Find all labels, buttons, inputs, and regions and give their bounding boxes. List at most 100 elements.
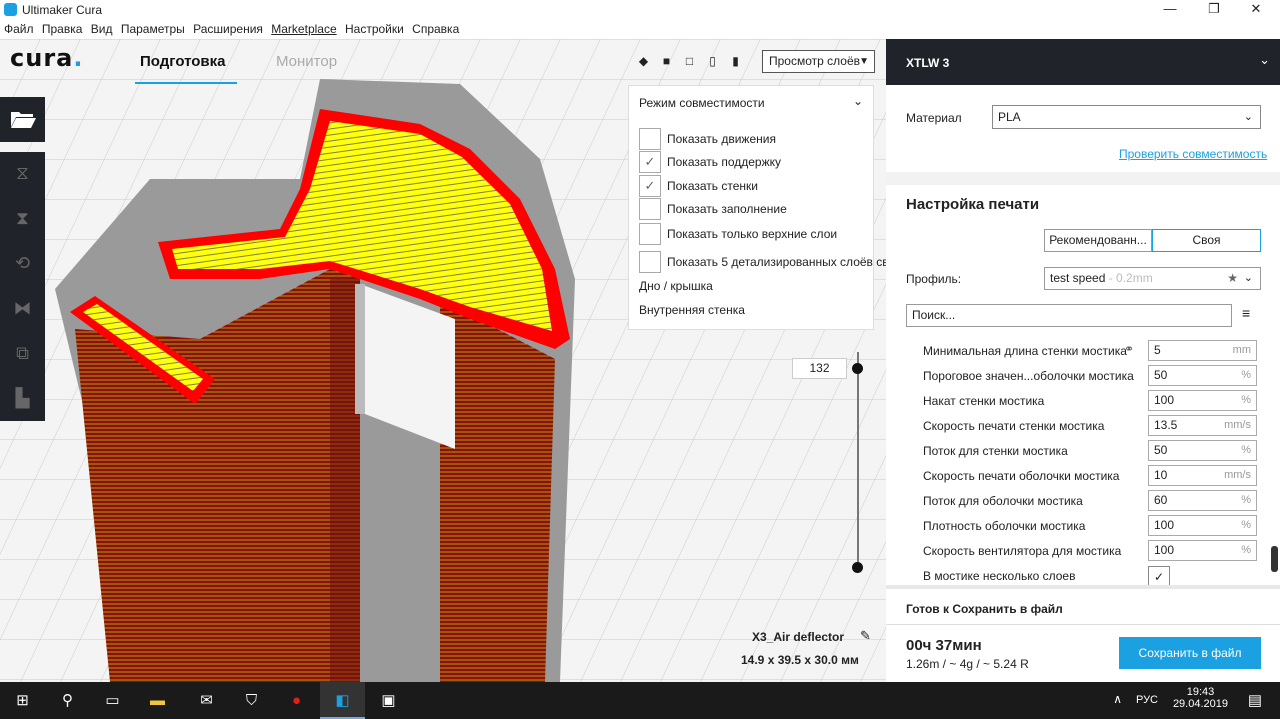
mirror-tool-icon[interactable]: ⧓ [10,297,35,319]
setting-row: Поток для стенки мостика 50% [886,439,1276,464]
close-button[interactable]: ✕ [1236,1,1276,19]
menu-file[interactable]: Файл [4,20,34,39]
layer-slider-bottom-handle[interactable] [852,562,863,573]
profile-select[interactable]: test speed - 0.2mm ★ ⌄ [1044,267,1261,290]
title-bar: Ultimaker Cura — ❐ ✕ [0,0,1280,20]
section-divider [886,172,1280,185]
option-label: Показать только верхние слои [667,227,838,241]
view-type-select[interactable]: Просмотр слоёв ▼ [762,50,875,73]
compat-title[interactable]: Режим совместимости [639,96,765,110]
star-icon[interactable]: ★ [1227,268,1238,289]
minimize-button[interactable]: — [1150,1,1190,19]
layer-slider-track[interactable] [857,352,859,567]
clock[interactable]: 19:43 29.04.2019 [1173,686,1228,710]
settings-menu-icon[interactable]: ≡ [1242,305,1250,321]
check-compatibility-link[interactable]: Проверить совместимость [1119,147,1267,161]
setting-checkbox-checked[interactable]: ✓ [1148,566,1170,585]
setting-label: Пороговое значен...оболочки мостика [923,369,1134,383]
setting-input[interactable]: 5 mm [1148,340,1257,361]
setting-label: Скорость печати оболочки мостика [923,469,1120,483]
tab-monitor[interactable]: Монитор [276,53,337,70]
layer-number-input[interactable]: 132 [792,358,847,379]
print-setup-title: Настройка печати [906,196,1040,213]
checkbox-checked[interactable]: ✓ [639,175,661,197]
setting-input[interactable]: 13.5 mm/s [1148,415,1257,436]
top-view-icon[interactable]: □ [682,54,697,68]
menu-settings[interactable]: Параметры [121,20,185,39]
print-time: 00ч 37мин [906,637,982,654]
search-icon[interactable]: ⚲ [45,682,90,719]
setting-input[interactable]: 100% [1148,390,1257,411]
checkbox[interactable] [639,223,661,245]
setting-unit: % [1241,519,1251,531]
move-tool-icon[interactable]: ⧖ [10,162,35,184]
material-select[interactable]: PLA ⌄ [992,105,1261,129]
menu-help[interactable]: Справка [412,20,459,39]
setting-row: Скорость печати оболочки мостика 10 mm/s [886,464,1276,489]
support-blocker-icon[interactable]: ▙ [10,387,35,409]
tool-panel: ⧖ ⧗ ⟲ ⧓ ⧉ ▙ [0,152,45,421]
setting-value: 5 [1154,343,1161,357]
setting-value: 50 [1154,368,1168,382]
open-file-button[interactable] [0,97,45,142]
opera-icon[interactable]: ● [274,682,319,719]
task-view-icon[interactable]: ▭ [90,682,135,719]
settings-search-input[interactable]: Поиск... [906,304,1232,327]
ready-status: Готов к Сохранить в файл [906,602,1063,616]
mail-icon[interactable]: ✉ [184,682,229,719]
menu-preferences[interactable]: Настройки [345,20,404,39]
setting-input[interactable]: 100% [1148,540,1257,561]
setting-value: 60 [1154,493,1168,507]
setting-input[interactable]: 10 mm/s [1148,465,1257,486]
cura-app-icon [4,3,17,16]
setting-input[interactable]: 50% [1148,365,1257,386]
setting-input[interactable]: 50% [1148,440,1257,461]
setting-unit: % [1241,544,1251,556]
edit-pencil-icon[interactable]: ✎ [860,628,871,644]
checkbox-checked[interactable]: ✓ [639,151,661,173]
notification-icon[interactable]: ▤ [1248,691,1262,709]
checkbox[interactable] [639,198,661,220]
print-settings-panel: XTLW 3 ⌄ Материал PLA ⌄ Проверить совмес… [886,39,1280,682]
link-icon[interactable]: ⚭ [1124,342,1134,356]
settings-scrollbar[interactable] [1271,546,1278,572]
menu-marketplace[interactable]: Marketplace [271,20,336,39]
checkbox[interactable] [639,251,661,273]
printer-selector[interactable]: XTLW 3 ⌄ [886,39,1280,85]
layer-slider-top-handle[interactable] [852,363,863,374]
setting-label: Плотность оболочки мостика [923,519,1086,533]
maximize-button[interactable]: ❐ [1194,1,1234,19]
chevron-down-icon: ⌄ [1243,272,1253,284]
recommended-mode-button[interactable]: Рекомендованн... [1044,229,1152,252]
tab-prepare[interactable]: Подготовка [140,53,226,70]
legend-bottom-top: Дно / крышка [639,279,713,293]
option-label: Показать движения [667,132,776,146]
store-icon[interactable]: ⛉ [229,682,274,719]
left-view-icon[interactable]: ▯ [705,54,720,68]
per-model-settings-icon[interactable]: ⧉ [10,342,35,364]
custom-mode-button[interactable]: Своя [1152,229,1261,252]
app-taskbar-icon[interactable]: ▣ [366,682,411,719]
language-indicator[interactable]: РУС [1136,694,1158,706]
tray-expand-icon[interactable]: ∧ [1113,692,1122,706]
save-to-file-button[interactable]: Сохранить в файл [1119,637,1261,669]
scale-tool-icon[interactable]: ⧗ [10,207,35,229]
cura-taskbar-icon[interactable]: ◧ [320,682,365,719]
chevron-down-icon[interactable]: ⌄ [853,94,863,108]
checkbox[interactable] [639,128,661,150]
menu-view[interactable]: Вид [91,20,113,39]
file-explorer-icon[interactable]: ▬ [135,682,180,719]
setting-row: Скорость печати стенки мостика 13.5 mm/s [886,414,1276,439]
menu-extensions[interactable]: Расширения [193,20,263,39]
profile-layer-height: - 0.2mm [1105,271,1153,285]
right-view-icon[interactable]: ▮ [728,54,743,68]
3d-view-icon[interactable]: ◆ [636,54,651,68]
menu-edit[interactable]: Правка [42,20,83,39]
setting-input[interactable]: 60% [1148,490,1257,511]
front-view-icon[interactable]: ■ [659,54,674,68]
setting-input[interactable]: 100% [1148,515,1257,536]
setting-label: Скорость печати стенки мостика [923,419,1105,433]
rotate-tool-icon[interactable]: ⟲ [10,252,35,274]
windows-start-icon[interactable]: ⊞ [0,682,45,719]
profile-label: Профиль: [906,272,962,286]
